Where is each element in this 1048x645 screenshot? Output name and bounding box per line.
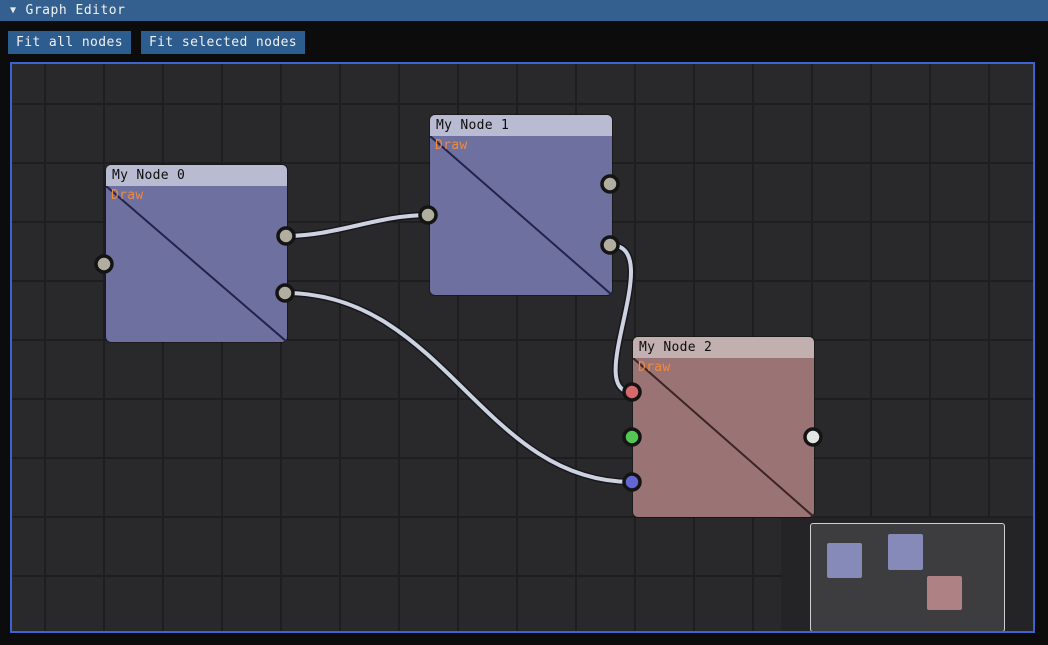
node-0-header[interactable]: My Node 0 bbox=[106, 165, 287, 186]
minimap-node-2 bbox=[927, 576, 962, 610]
node-0-body: Draw bbox=[106, 186, 287, 342]
node-2-diagonal-line bbox=[633, 358, 814, 517]
minimap-node-0 bbox=[827, 543, 862, 578]
node-1-diagonal-line bbox=[430, 136, 612, 295]
link-node1-to-node2-red[interactable] bbox=[610, 245, 632, 392]
node-my-node-2[interactable]: My Node 2 Draw bbox=[633, 337, 814, 517]
minimap-node-1 bbox=[888, 534, 923, 570]
node-1-header[interactable]: My Node 1 bbox=[430, 115, 612, 136]
node-my-node-0[interactable]: My Node 0 Draw bbox=[106, 165, 287, 342]
fit-all-nodes-button[interactable]: Fit all nodes bbox=[8, 31, 131, 54]
node-2-header[interactable]: My Node 2 bbox=[633, 337, 814, 358]
toolbar: Fit all nodes Fit selected nodes bbox=[8, 31, 305, 54]
fit-selected-nodes-button[interactable]: Fit selected nodes bbox=[141, 31, 305, 54]
node-2-body: Draw bbox=[633, 358, 814, 517]
node-0-diagonal-line bbox=[106, 186, 287, 342]
minimap[interactable] bbox=[810, 523, 1005, 632]
node-0-draw-label: Draw bbox=[111, 188, 144, 203]
node-editor-canvas[interactable]: My Node 0 Draw My Node 1 Draw My Node 2 … bbox=[10, 62, 1035, 633]
link-node0-to-node2-blue[interactable] bbox=[285, 293, 632, 482]
collapse-arrow-icon[interactable]: ▼ bbox=[10, 5, 17, 16]
minimap-backdrop bbox=[781, 518, 1035, 633]
node-1-draw-label: Draw bbox=[435, 138, 468, 153]
window-title: Graph Editor bbox=[26, 3, 126, 18]
node-2-draw-label: Draw bbox=[638, 360, 671, 375]
titlebar[interactable]: ▼ Graph Editor bbox=[0, 0, 1048, 21]
node-1-body: Draw bbox=[430, 136, 612, 295]
node-my-node-1[interactable]: My Node 1 Draw bbox=[430, 115, 612, 295]
link-node0-to-node1[interactable] bbox=[286, 215, 428, 236]
